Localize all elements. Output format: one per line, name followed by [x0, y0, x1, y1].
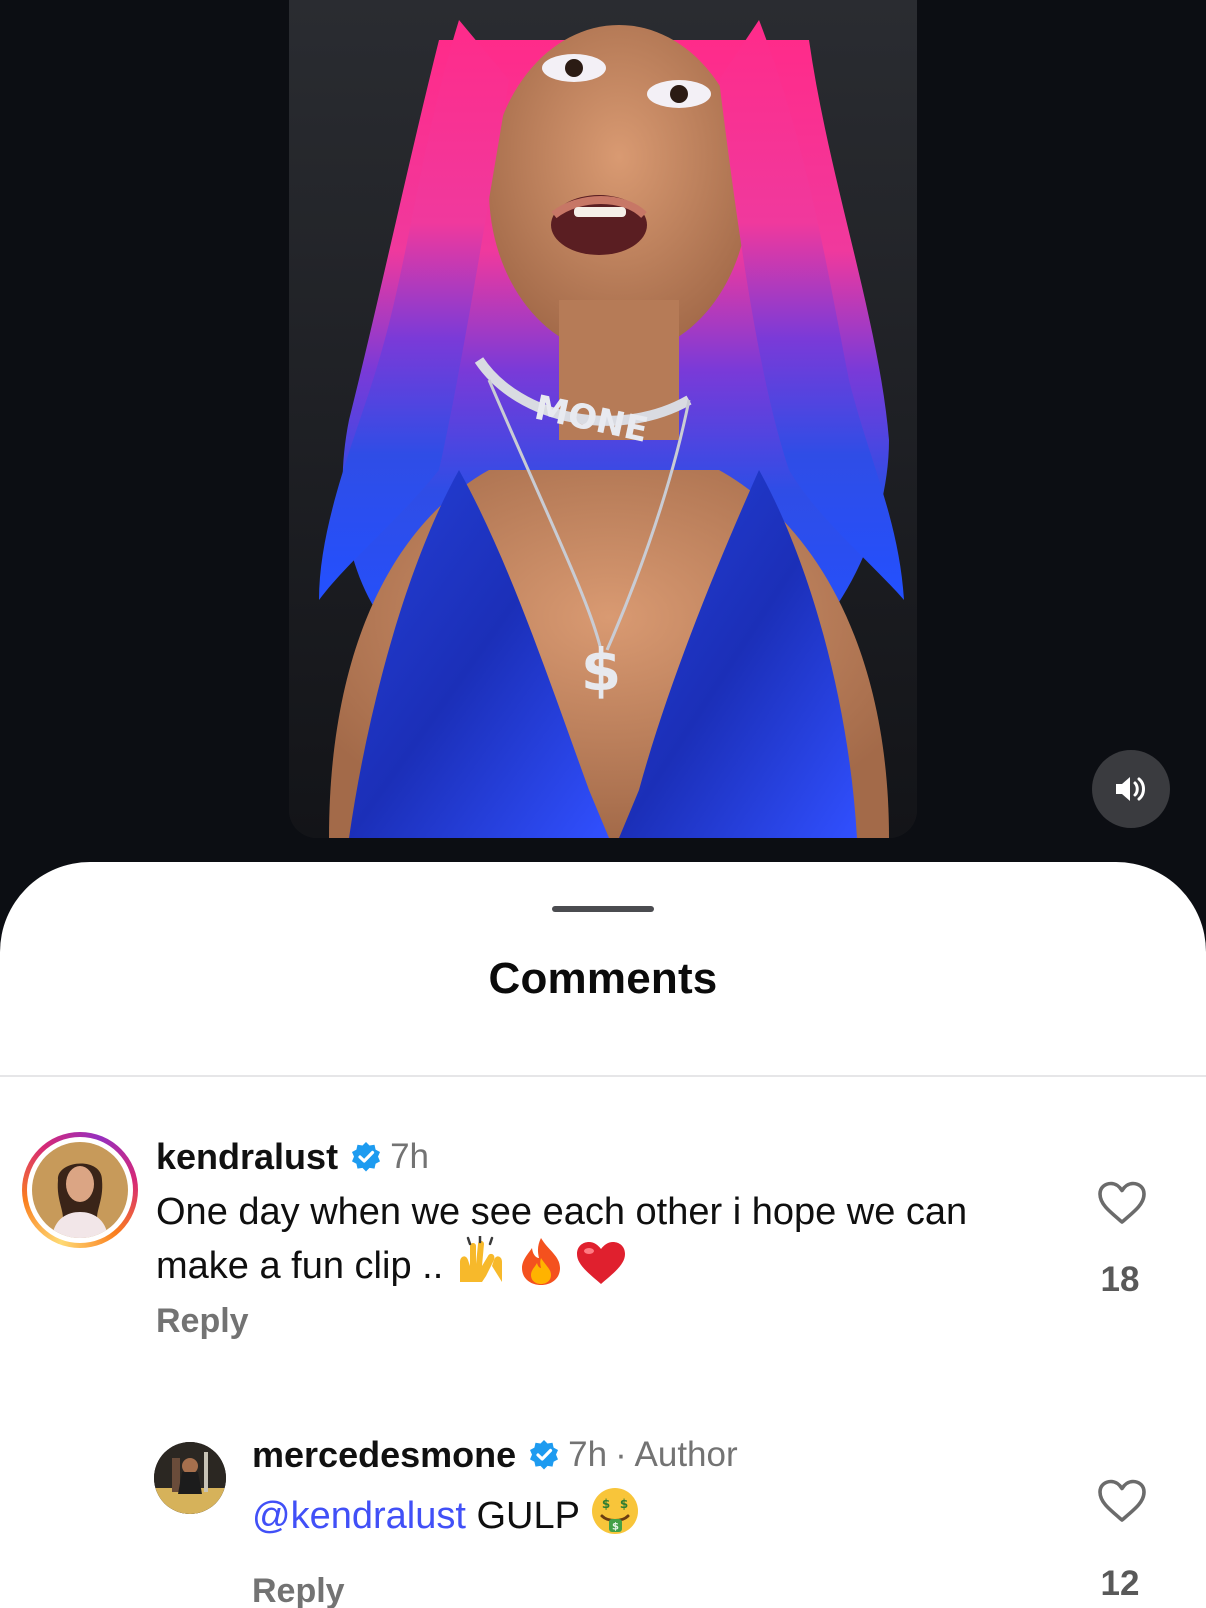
reply-button[interactable]: Reply	[252, 1572, 345, 1608]
avatar	[32, 1142, 128, 1238]
like-count: 12	[1100, 1564, 1140, 1603]
svg-text:$: $	[620, 1497, 628, 1511]
app-viewport: MONE $ Comments kendralust 7h One day wh…	[0, 0, 1206, 1608]
red-heart-icon	[576, 1242, 625, 1284]
avatar-story-ring[interactable]	[22, 1132, 138, 1248]
money-mouth-face-icon: $ $ $	[591, 1488, 638, 1534]
comment-username[interactable]: kendralust	[156, 1136, 338, 1178]
sheet-title: Comments	[488, 954, 718, 1003]
comment-timestamp: 7h	[568, 1435, 608, 1474]
svg-text:$: $	[602, 1497, 610, 1511]
comment-username[interactable]: mercedesmone	[252, 1434, 516, 1476]
video-frame-illustration: MONE $	[289, 0, 917, 838]
comment-body: @kendralust GULP $ $ $	[252, 1486, 1032, 1540]
header-divider	[0, 1075, 1206, 1077]
raising-hands-icon	[459, 1236, 502, 1282]
mute-toggle-button[interactable]	[1092, 750, 1170, 828]
like-count: 18	[1100, 1260, 1140, 1299]
heart-like-icon[interactable]	[1096, 1478, 1148, 1524]
comment-body: One day when we see each other i hope we…	[156, 1188, 1006, 1290]
reel-video[interactable]: MONE $	[289, 0, 917, 838]
sheet-drag-handle[interactable]	[552, 906, 654, 912]
speaker-on-icon	[1116, 777, 1145, 801]
pendant-text: $	[581, 636, 621, 704]
comment-text: GULP	[476, 1495, 580, 1537]
verified-badge-icon	[352, 1142, 381, 1172]
reply-button[interactable]: Reply	[156, 1302, 249, 1341]
heart-like-icon[interactable]	[1096, 1180, 1148, 1226]
svg-text:$: $	[612, 1522, 619, 1533]
comment-timestamp: 7h	[390, 1137, 429, 1176]
author-tag: · Author	[615, 1435, 738, 1474]
comments-sheet: Comments kendralust 7h One day when we s…	[0, 862, 1206, 1608]
avatar[interactable]	[154, 1442, 226, 1514]
verified-badge-icon	[530, 1440, 559, 1470]
fire-icon	[522, 1238, 561, 1285]
mention-link[interactable]: @kendralust	[252, 1495, 466, 1537]
